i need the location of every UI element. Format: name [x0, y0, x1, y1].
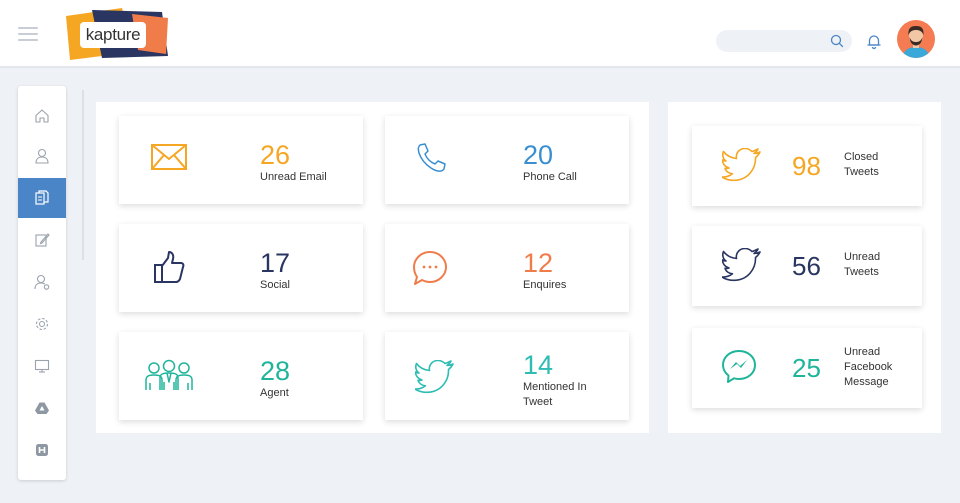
- stat-value: 12: [523, 248, 554, 278]
- drive-icon: [35, 402, 49, 414]
- phone-icon: [417, 143, 446, 172]
- documents-icon: [35, 190, 49, 205]
- home-icon: [35, 109, 49, 123]
- messenger-icon: [722, 350, 756, 383]
- gear-icon: [35, 317, 49, 331]
- stat-value: 26: [260, 140, 291, 170]
- logo[interactable]: kapture: [62, 6, 172, 62]
- twitter-icon: [415, 360, 454, 394]
- nav-h-square[interactable]: [18, 430, 66, 470]
- user-avatar-icon: [902, 26, 930, 58]
- logo-text: kapture: [80, 22, 146, 48]
- stat-value: 20: [523, 140, 554, 170]
- stat-value: 17: [260, 248, 291, 278]
- stat-label: Enquires: [523, 279, 567, 291]
- social-label-line: Unread: [844, 251, 881, 263]
- stat-card-mentioned-in-tweet[interactable]: 14 Mentioned In Tweet: [385, 332, 629, 420]
- stat-label: Unread Email: [260, 171, 327, 183]
- social-card-closed-tweets[interactable]: 98 Closed Tweets: [692, 126, 922, 206]
- stat-card-unread-email[interactable]: 26 Unread Email: [119, 116, 363, 204]
- thumbs-up-icon: [154, 251, 185, 283]
- scrollbar-track[interactable]: [82, 90, 84, 260]
- search-input[interactable]: [716, 30, 826, 52]
- stat-card-phone-call[interactable]: 20 Phone Call: [385, 116, 629, 204]
- agents-icon: [145, 359, 193, 390]
- social-card-unread-facebook-message[interactable]: 25 Unread Facebook Message: [692, 328, 922, 408]
- twitter-icon: [722, 148, 761, 182]
- nav-monitor[interactable]: [18, 346, 66, 386]
- stat-card-social[interactable]: 17 Social: [119, 224, 363, 312]
- social-label-line: Unread: [844, 346, 881, 358]
- stat-label: Agent: [260, 387, 289, 399]
- nav-settings[interactable]: [18, 304, 66, 344]
- social-label: Unread Facebook Message: [844, 345, 892, 390]
- stats-panel: 26 Unread Email 20 Phone Call 17 Social …: [96, 102, 649, 433]
- twitter-icon: [722, 248, 761, 282]
- side-navigation: [18, 86, 66, 480]
- search-box[interactable]: [716, 30, 852, 52]
- edit-icon: [35, 233, 50, 247]
- nav-documents[interactable]: [18, 178, 66, 218]
- user-settings-icon: [34, 274, 50, 290]
- social-label-line: Tweets: [844, 166, 879, 178]
- stat-label: Mentioned In Tweet: [523, 380, 587, 410]
- bell-icon[interactable]: [865, 32, 883, 50]
- stat-card-enquires[interactable]: 12 Enquires: [385, 224, 629, 312]
- search-icon[interactable]: [829, 33, 845, 49]
- nav-profile[interactable]: [18, 136, 66, 176]
- stat-value: 28: [260, 356, 291, 386]
- stat-label: Social: [260, 279, 290, 291]
- stat-card-agent[interactable]: 28 Agent: [119, 332, 363, 420]
- h-square-icon: [36, 444, 48, 456]
- stat-label-line: Tweet: [523, 396, 553, 408]
- social-label: Closed Tweets: [844, 150, 879, 180]
- stat-value: 14: [523, 350, 554, 380]
- nav-drive[interactable]: [18, 388, 66, 428]
- social-value: 25: [792, 353, 821, 383]
- nav-user-settings[interactable]: [18, 262, 66, 302]
- stat-label-line: Mentioned In: [523, 381, 587, 393]
- social-label-line: Tweets: [844, 266, 879, 278]
- social-label-line: Message: [844, 376, 889, 388]
- top-bar: kapture: [0, 0, 960, 68]
- avatar[interactable]: [897, 20, 935, 58]
- stat-label: Phone Call: [523, 171, 577, 183]
- menu-icon[interactable]: [18, 26, 38, 42]
- social-card-unread-tweets[interactable]: 56 Unread Tweets: [692, 226, 922, 306]
- social-value: 56: [792, 251, 821, 281]
- nav-home[interactable]: [18, 96, 66, 136]
- user-icon: [35, 148, 49, 164]
- monitor-icon: [34, 359, 50, 373]
- mail-icon: [151, 144, 187, 170]
- chat-bubble-icon: [413, 251, 447, 285]
- social-value: 98: [792, 151, 821, 181]
- social-panel: 98 Closed Tweets 56 Unread Tweets 25 Unr…: [668, 102, 941, 433]
- social-label: Unread Tweets: [844, 250, 880, 280]
- social-label-line: Facebook: [844, 361, 893, 373]
- social-label-line: Closed: [844, 151, 879, 163]
- nav-edit[interactable]: [18, 220, 66, 260]
